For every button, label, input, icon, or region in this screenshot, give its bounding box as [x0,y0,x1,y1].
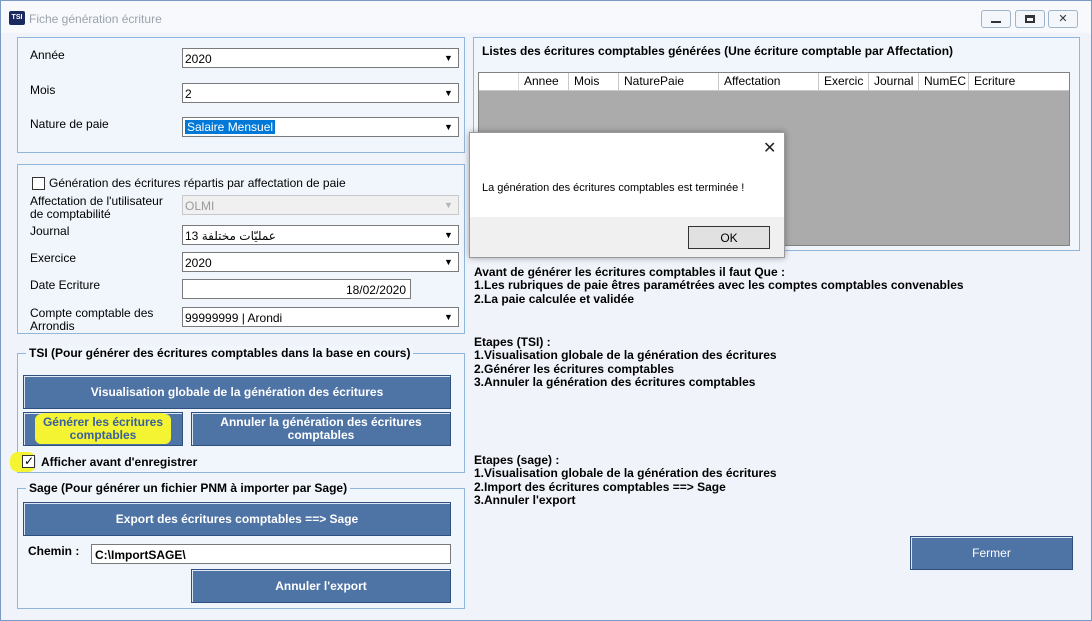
params-panel: Génération des écritures répartis par af… [17,164,465,334]
info-prerequis-title: Avant de générer les écritures comptable… [474,265,785,279]
chevron-down-icon: ▼ [444,53,453,63]
chemin-label: Chemin : [28,544,80,558]
compte-label-2: Arrondis [30,319,75,333]
sage-legend: Sage (Pour générer un fichier PNM à impo… [26,481,351,495]
dialog-close-icon[interactable]: ✕ [763,138,776,158]
exercice-label: Exercice [30,251,77,265]
info-tsi-3: 3.Annuler la génération des écritures co… [474,375,756,389]
mois-value: 2 [185,87,192,101]
message-dialog: ✕ La génération des écritures comptables… [469,132,785,258]
gen-repartis-label: Génération des écritures répartis par af… [49,176,346,190]
affectation-value: OLMI [185,199,215,213]
annee-value: 2020 [185,52,212,66]
fermer-button[interactable]: Fermer [910,536,1073,570]
chevron-down-icon: ▼ [444,230,453,240]
visualisation-button[interactable]: Visualisation globale de la génération d… [23,375,451,409]
dialog-footer: OK [470,217,784,257]
grid-header: Annee Mois NaturePaie Affectation Exerci… [479,73,1069,91]
date-ecriture-value: 18/02/2020 [345,283,406,297]
window-title: Fiche génération écriture [29,12,162,26]
exercice-value: 2020 [185,256,212,270]
journal-label: Journal [30,224,70,238]
chevron-down-icon: ▼ [444,122,453,132]
annuler-label-line1: Annuler la génération des écritures [220,415,422,429]
info-tsi-title: Etapes (TSI) : [474,335,551,349]
gen-repartis-checkbox[interactable] [32,177,45,190]
sage-panel: Sage (Pour générer un fichier PNM à impo… [17,481,465,609]
mois-label: Mois [30,83,56,97]
col-naturepaie[interactable]: NaturePaie [619,73,719,90]
dialog-message: La génération des écritures comptables e… [482,182,745,194]
col-ecriture[interactable]: Ecriture [969,73,1059,90]
maximize-icon [1025,15,1035,23]
info-tsi-2: 2.Générer les écritures comptables [474,362,675,376]
chevron-down-icon: ▼ [444,312,453,322]
afficher-label: Afficher avant d'enregistrer [41,455,198,469]
title-bar: TSI Fiche génération écriture ✕ [1,1,1091,33]
col-numec[interactable]: NumEC [919,73,969,90]
col-exercice[interactable]: Exercic [819,73,869,90]
nature-value: Salaire Mensuel [185,120,276,134]
annuler-generation-button[interactable]: Annuler la génération des écritures compt… [191,412,451,446]
annuler-label-line2: comptables [287,428,355,442]
col-affectation[interactable]: Affectation [719,73,819,90]
export-sage-button[interactable]: Export des écritures comptables ==> Sage [23,502,451,536]
chevron-down-icon: ▼ [444,257,453,267]
close-icon: ✕ [1058,12,1068,25]
chemin-input[interactable]: C:\ImportSAGE\ [91,544,451,564]
col-annee[interactable]: Annee [519,73,569,90]
export-sage-label: Export des écritures comptables ==> Sage [115,511,359,526]
exercice-select[interactable]: 2020 ▼ [182,252,459,272]
journal-select[interactable]: 13 عمليّات مختلفة ▼ [182,225,459,245]
journal-value: 13 عمليّات مختلفة [185,229,276,243]
visualisation-button-label: Visualisation globale de la génération d… [90,384,384,399]
info-sage-3: 3.Annuler l'export [474,493,576,507]
chemin-value: C:\ImportSAGE\ [95,548,186,562]
nature-select[interactable]: Salaire Mensuel ▼ [182,117,459,137]
annee-select[interactable]: 2020 ▼ [182,48,459,68]
mois-select[interactable]: 2 ▼ [182,83,459,103]
chevron-down-icon: ▼ [444,88,453,98]
info-sage-title: Etapes (sage) : [474,453,560,467]
generer-button[interactable]: Générer les écritures comptables [23,412,183,446]
app-logo-icon: TSI [9,11,25,25]
minimize-icon [991,21,1001,23]
col-mois[interactable]: Mois [569,73,619,90]
compte-value: 99999999 | Arondi [185,311,283,325]
affectation-label-2: de comptabilité [30,207,111,221]
affectation-select[interactable]: OLMI ▼ [182,195,459,215]
main-window: TSI Fiche génération écriture ✕ Année 20… [0,0,1092,621]
close-window-button[interactable]: ✕ [1048,10,1078,28]
maximize-button[interactable] [1015,10,1045,28]
info-prerequis-1: 1.Les rubriques de paie êtres paramétrée… [474,278,964,292]
annuler-generation-label: Annuler la génération des écritures compt… [220,416,421,442]
chevron-down-icon: ▼ [444,200,453,210]
grid-row-header [479,73,519,90]
info-sage-1: 1.Visualisation globale de la génération… [474,466,777,480]
annee-label: Année [30,48,65,62]
dialog-ok-button[interactable]: OK [688,226,770,249]
tsi-panel: TSI (Pour générer des écritures comptabl… [10,346,465,473]
generer-button-label: Générer les écritures comptables [34,413,172,444]
compte-select[interactable]: 99999999 | Arondi ▼ [182,307,459,327]
annuler-export-label: Annuler l'export [275,578,367,593]
info-sage-2: 2.Import des écritures comptables ==> Sa… [474,480,726,494]
tsi-legend: TSI (Pour générer des écritures comptabl… [26,346,414,360]
minimize-button[interactable] [981,10,1011,28]
date-ecriture-input[interactable]: 18/02/2020 [182,279,411,299]
nature-label: Nature de paie [30,117,109,131]
info-tsi-1: 1.Visualisation globale de la génération… [474,348,777,362]
col-journal[interactable]: Journal [869,73,919,90]
info-prerequis-2: 2.La paie calculée et validée [474,292,635,306]
afficher-checkbox[interactable] [22,454,35,468]
date-ecriture-label: Date Ecriture [30,278,101,292]
liste-title: Listes des écritures comptables générées… [482,44,954,58]
period-panel: Année 2020 ▼ Mois 2 ▼ Nature de paie Sal… [17,37,465,153]
annuler-export-button[interactable]: Annuler l'export [191,569,451,603]
fermer-button-label: Fermer [972,545,1011,560]
generer-label-line2: comptables [65,426,141,444]
